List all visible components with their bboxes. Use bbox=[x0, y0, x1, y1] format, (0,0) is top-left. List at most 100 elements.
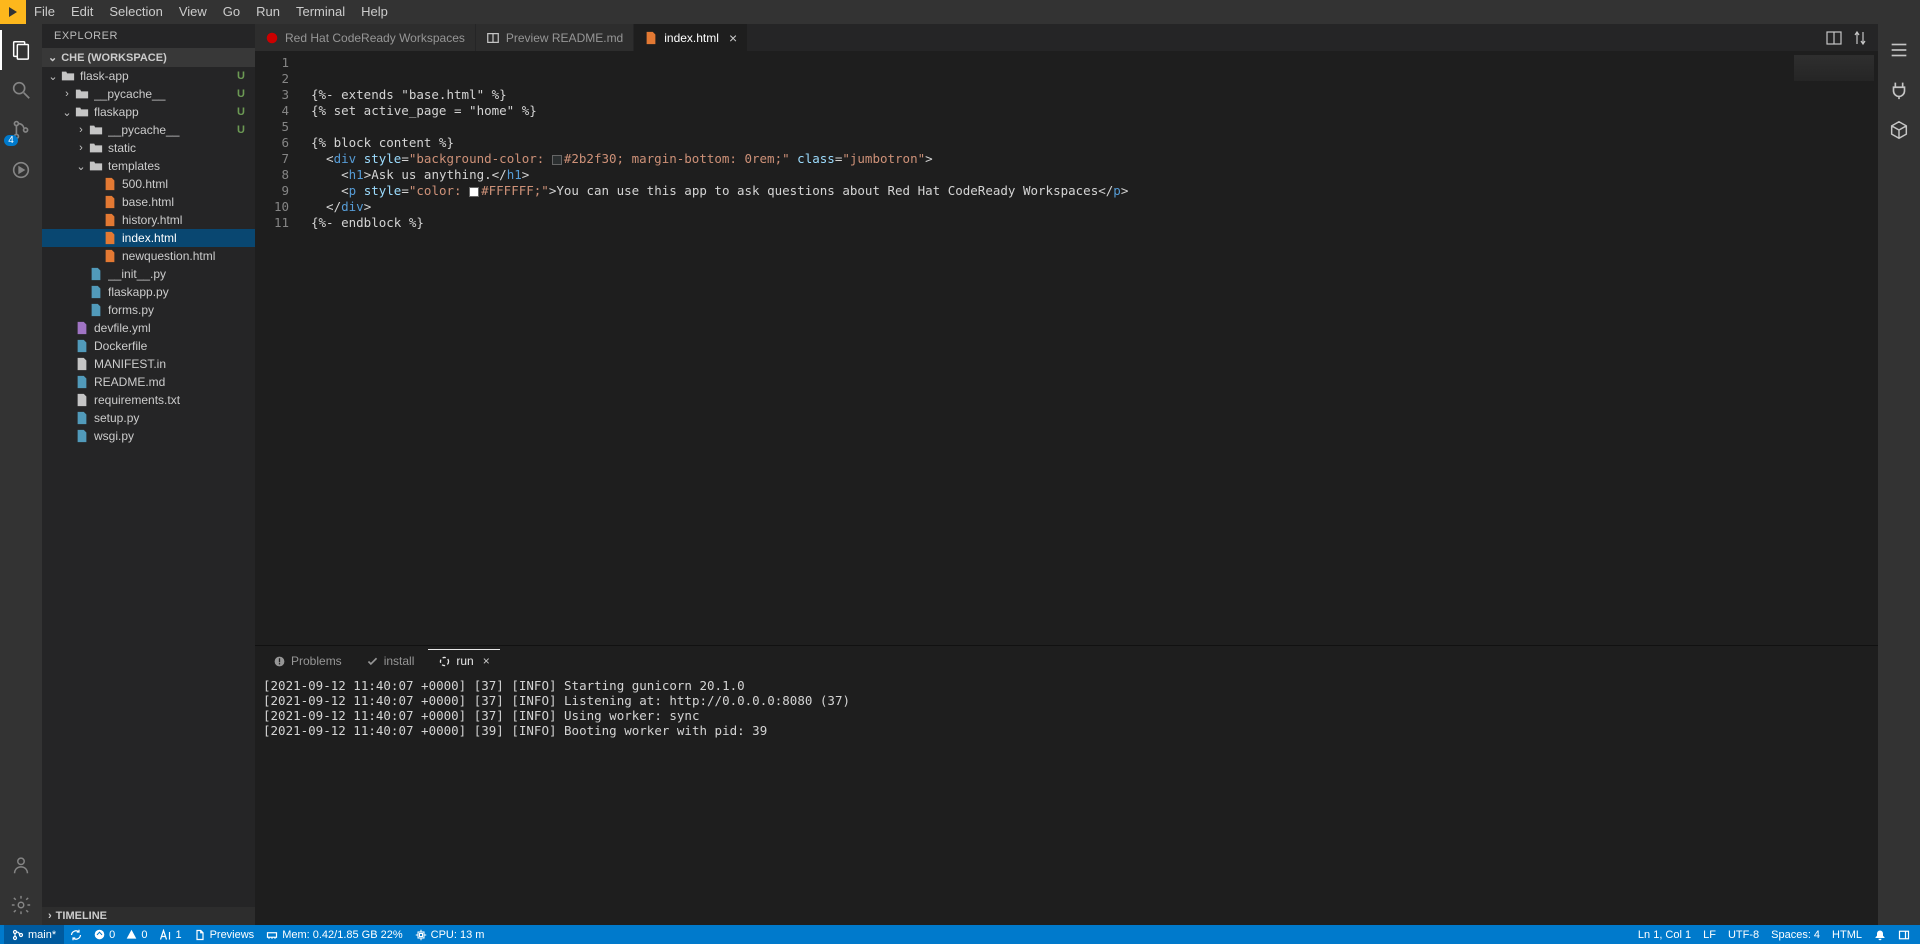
status-eol[interactable]: LF bbox=[1697, 925, 1722, 944]
menu-help[interactable]: Help bbox=[353, 0, 396, 24]
tree-item[interactable]: devfile.yml bbox=[42, 319, 255, 337]
file-icon bbox=[88, 303, 104, 317]
menu-terminal[interactable]: Terminal bbox=[288, 0, 353, 24]
panel-tab[interactable]: Problems bbox=[263, 649, 352, 672]
tree-item[interactable]: setup.py bbox=[42, 409, 255, 427]
editor-tab[interactable]: index.html × bbox=[634, 24, 748, 51]
activity-account[interactable] bbox=[0, 845, 42, 885]
tree-item[interactable]: ›__pycache__U bbox=[42, 85, 255, 103]
tree-item[interactable]: 500.html bbox=[42, 175, 255, 193]
panel-tab-label: install bbox=[384, 654, 415, 668]
status-pos[interactable]: Ln 1, Col 1 bbox=[1632, 925, 1697, 944]
editor-tabs: Red Hat CodeReady Workspaces Preview READ… bbox=[255, 24, 1816, 51]
chevron-down-icon: ⌄ bbox=[48, 51, 57, 64]
menu-go[interactable]: Go bbox=[215, 0, 248, 24]
tree-item-label: index.html bbox=[122, 231, 249, 245]
tree-item[interactable]: README.md bbox=[42, 373, 255, 391]
status-previews[interactable]: Previews bbox=[188, 925, 261, 944]
twisty-icon: › bbox=[74, 142, 88, 154]
right-panel-list-icon[interactable] bbox=[1878, 30, 1920, 70]
panel-tab[interactable]: install bbox=[356, 649, 425, 672]
activity-explorer[interactable] bbox=[0, 30, 42, 70]
tree-item[interactable]: flaskapp.py bbox=[42, 283, 255, 301]
tree-item-label: history.html bbox=[122, 213, 249, 227]
status-branch[interactable]: main* bbox=[4, 925, 64, 944]
activity-settings[interactable] bbox=[0, 885, 42, 925]
activity-bar-left: 4 bbox=[0, 24, 42, 925]
menu-selection[interactable]: Selection bbox=[101, 0, 170, 24]
twisty-icon: ⌄ bbox=[74, 160, 88, 173]
tree-item[interactable]: forms.py bbox=[42, 301, 255, 319]
tree-item[interactable]: ⌄flaskappU bbox=[42, 103, 255, 121]
tree-item[interactable]: base.html bbox=[42, 193, 255, 211]
tree-item[interactable]: ⌄flask-appU bbox=[42, 67, 255, 85]
tree-item[interactable]: ›__pycache__U bbox=[42, 121, 255, 139]
right-panel-plug-icon[interactable] bbox=[1878, 70, 1920, 110]
status-lang[interactable]: HTML bbox=[1826, 925, 1868, 944]
file-icon bbox=[74, 375, 90, 389]
tree-item[interactable]: requirements.txt bbox=[42, 391, 255, 409]
status-enc[interactable]: UTF-8 bbox=[1722, 925, 1765, 944]
status-spaces[interactable]: Spaces: 4 bbox=[1765, 925, 1826, 944]
tab-actions bbox=[1816, 24, 1878, 51]
status-bell-icon[interactable] bbox=[1868, 925, 1892, 944]
menu-view[interactable]: View bbox=[171, 0, 215, 24]
close-icon[interactable]: × bbox=[725, 30, 737, 46]
minimap[interactable] bbox=[1786, 51, 1878, 645]
file-icon bbox=[74, 339, 90, 353]
activity-search[interactable] bbox=[0, 70, 42, 110]
panel-tab[interactable]: run× bbox=[428, 649, 499, 672]
tab-label: index.html bbox=[664, 31, 719, 45]
tree-item-label: base.html bbox=[122, 195, 249, 209]
tree-item-label: flaskapp.py bbox=[108, 285, 249, 299]
file-icon bbox=[102, 195, 118, 209]
file-icon bbox=[88, 285, 104, 299]
file-icon bbox=[88, 141, 104, 155]
tree-item-label: setup.py bbox=[94, 411, 249, 425]
status-mem[interactable]: Mem: 0.42/1.85 GB 22% bbox=[260, 925, 408, 944]
panel-tabs: Problems install run× bbox=[255, 646, 1878, 672]
compare-icon[interactable] bbox=[1852, 30, 1868, 46]
panel-tab-icon bbox=[366, 655, 379, 668]
code-content[interactable]: {%- extends "base.html" %} {% set active… bbox=[301, 51, 1786, 645]
file-icon bbox=[74, 321, 90, 335]
tree-item-label: MANIFEST.in bbox=[94, 357, 249, 371]
workspace-header[interactable]: ⌄ CHE (WORKSPACE) bbox=[42, 48, 255, 67]
close-icon[interactable]: × bbox=[479, 654, 490, 668]
tree-item[interactable]: history.html bbox=[42, 211, 255, 229]
editor-tab[interactable]: Red Hat CodeReady Workspaces bbox=[255, 24, 476, 51]
timeline-header[interactable]: › TIMELINE bbox=[42, 907, 255, 925]
tree-item[interactable]: __init__.py bbox=[42, 265, 255, 283]
status-problems[interactable]: 0 0 bbox=[88, 925, 153, 944]
split-editor-icon[interactable] bbox=[1826, 30, 1842, 46]
terminal-output[interactable]: [2021-09-12 11:40:07 +0000] [37] [INFO] … bbox=[255, 672, 1878, 925]
status-cpu[interactable]: CPU: 13 m bbox=[409, 925, 491, 944]
file-icon bbox=[88, 267, 104, 281]
file-icon bbox=[102, 231, 118, 245]
menu-bar: File Edit Selection View Go Run Terminal… bbox=[0, 0, 1920, 24]
tree-item-label: __pycache__ bbox=[94, 87, 237, 101]
tree-item[interactable]: wsgi.py bbox=[42, 427, 255, 445]
tree-item[interactable]: ⌄templates bbox=[42, 157, 255, 175]
menu-edit[interactable]: Edit bbox=[63, 0, 101, 24]
tree-item[interactable]: MANIFEST.in bbox=[42, 355, 255, 373]
tree-item-label: README.md bbox=[94, 375, 249, 389]
right-panel-cube-icon[interactable] bbox=[1878, 110, 1920, 150]
editor-body[interactable]: 1234567891011 {%- extends "base.html" %}… bbox=[255, 51, 1878, 645]
file-icon bbox=[74, 411, 90, 425]
activity-debug[interactable] bbox=[0, 150, 42, 190]
tree-item[interactable]: › static bbox=[42, 139, 255, 157]
explorer-sidebar: EXPLORER ⌄ CHE (WORKSPACE) ⌄flask-appU›_… bbox=[42, 24, 255, 925]
status-layout-icon[interactable] bbox=[1892, 925, 1916, 944]
status-sync[interactable] bbox=[64, 925, 88, 944]
tree-item-label: static bbox=[108, 141, 249, 155]
status-info[interactable]: 1 bbox=[153, 925, 187, 944]
tree-item[interactable]: index.html bbox=[42, 229, 255, 247]
tree-item[interactable]: Dockerfile bbox=[42, 337, 255, 355]
editor-tab[interactable]: Preview README.md bbox=[476, 24, 634, 51]
menu-file[interactable]: File bbox=[26, 0, 63, 24]
tab-label: Red Hat CodeReady Workspaces bbox=[285, 31, 465, 45]
activity-scm[interactable]: 4 bbox=[0, 110, 42, 150]
tree-item[interactable]: newquestion.html bbox=[42, 247, 255, 265]
menu-run[interactable]: Run bbox=[248, 0, 288, 24]
